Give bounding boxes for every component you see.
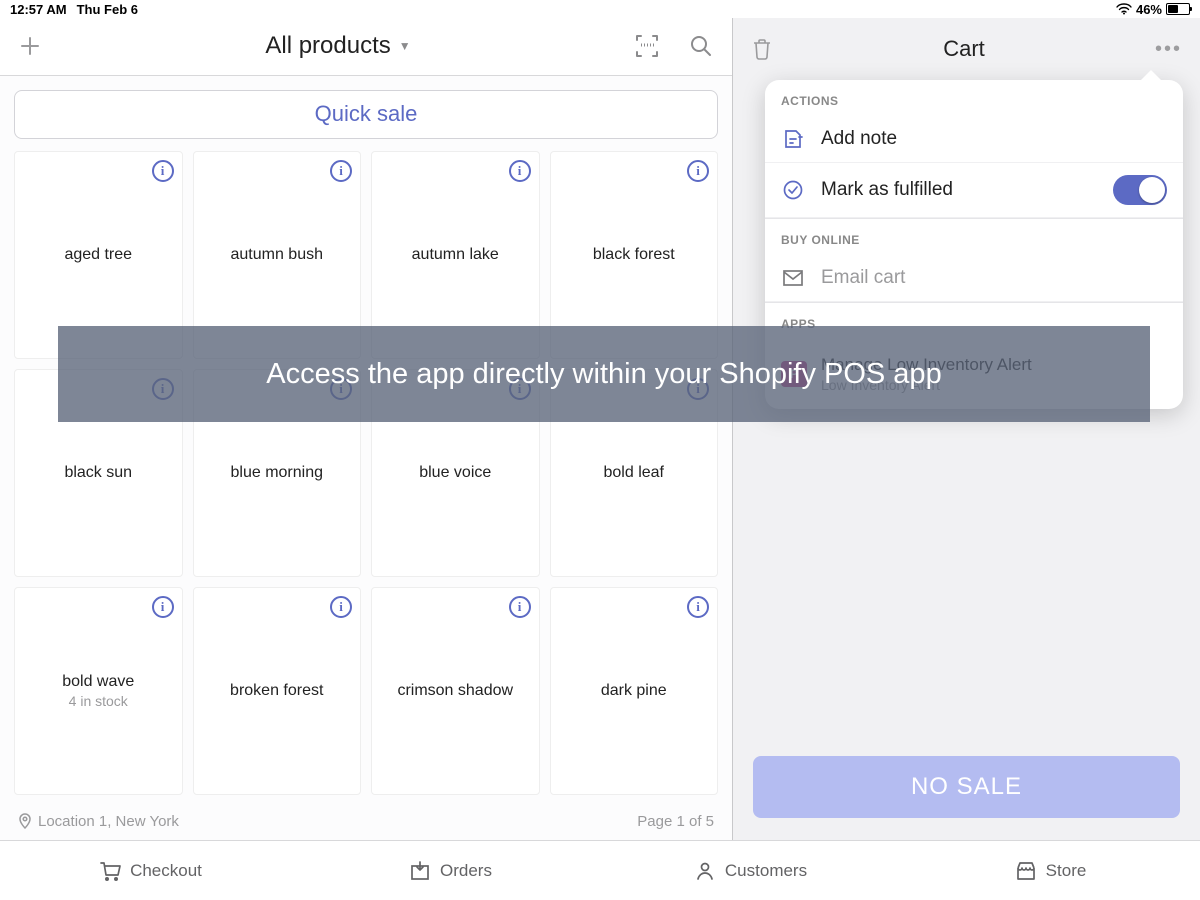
mail-icon bbox=[781, 269, 805, 287]
products-dropdown[interactable]: All products ▼ bbox=[42, 32, 634, 60]
info-icon[interactable]: i bbox=[687, 160, 709, 182]
note-icon bbox=[781, 128, 805, 150]
actions-section-label: ACTIONS bbox=[765, 80, 1183, 116]
products-pane: All products ▼ Quick sale i aged tree i aut… bbox=[0, 18, 733, 840]
page-indicator: Page 1 of 5 bbox=[637, 813, 714, 830]
product-grid: i aged tree i autumn bush i autumn lake i black… bbox=[0, 143, 732, 803]
mark-fulfilled-row[interactable]: Mark as fulfilled bbox=[765, 163, 1183, 218]
cart-title: Cart bbox=[773, 36, 1155, 62]
product-name: autumn lake bbox=[412, 246, 499, 264]
no-sale-button[interactable]: NO SALE bbox=[753, 756, 1180, 818]
product-name: aged tree bbox=[64, 246, 132, 264]
products-footer: Location 1, New York Page 1 of 5 bbox=[0, 803, 732, 840]
tab-bar: Checkout Orders Customers Store bbox=[0, 840, 1200, 900]
status-bar: 12:57 AM Thu Feb 6 46% bbox=[0, 0, 1200, 18]
overlay-banner: Access the app directly within your Shop… bbox=[58, 326, 1150, 422]
tab-checkout[interactable]: Checkout bbox=[0, 841, 300, 900]
info-icon[interactable]: i bbox=[330, 596, 352, 618]
location-pin-icon bbox=[18, 813, 32, 829]
trash-icon[interactable] bbox=[751, 37, 773, 61]
info-icon[interactable]: i bbox=[687, 596, 709, 618]
product-name: broken forest bbox=[230, 682, 323, 700]
product-tile[interactable]: i dark pine bbox=[550, 587, 719, 795]
product-name: blue morning bbox=[231, 464, 324, 482]
info-icon[interactable]: i bbox=[152, 160, 174, 182]
info-icon[interactable]: i bbox=[509, 596, 531, 618]
product-name: black forest bbox=[593, 246, 675, 264]
product-name: bold leaf bbox=[604, 464, 665, 482]
check-circle-icon bbox=[781, 179, 805, 201]
email-cart-row[interactable]: Email cart bbox=[765, 255, 1183, 302]
tab-store[interactable]: Store bbox=[900, 841, 1200, 900]
battery-icon bbox=[1166, 3, 1190, 15]
status-date: Thu Feb 6 bbox=[77, 2, 138, 17]
product-name: dark pine bbox=[601, 682, 667, 700]
product-stock: 4 in stock bbox=[69, 693, 128, 709]
product-tile[interactable]: i bold wave 4 in stock bbox=[14, 587, 183, 795]
products-title: All products bbox=[265, 32, 390, 60]
wifi-icon bbox=[1116, 3, 1132, 15]
info-icon[interactable]: i bbox=[330, 160, 352, 182]
location-label[interactable]: Location 1, New York bbox=[18, 813, 179, 830]
tab-orders[interactable]: Orders bbox=[300, 841, 600, 900]
barcode-icon[interactable] bbox=[634, 33, 660, 59]
info-icon[interactable]: i bbox=[152, 596, 174, 618]
product-name: blue voice bbox=[419, 464, 491, 482]
battery-percent: 46% bbox=[1136, 2, 1162, 17]
buy-online-section-label: BUY ONLINE bbox=[765, 219, 1183, 255]
search-icon[interactable] bbox=[688, 33, 714, 59]
product-name: autumn bush bbox=[230, 246, 323, 264]
chevron-down-icon: ▼ bbox=[399, 39, 411, 53]
product-name: crimson shadow bbox=[397, 682, 513, 700]
product-name: black sun bbox=[64, 464, 132, 482]
add-note-row[interactable]: Add note bbox=[765, 116, 1183, 163]
more-icon[interactable]: ••• bbox=[1155, 38, 1182, 61]
fulfilled-toggle[interactable] bbox=[1113, 175, 1167, 205]
product-tile[interactable]: i crimson shadow bbox=[371, 587, 540, 795]
tab-customers[interactable]: Customers bbox=[600, 841, 900, 900]
quick-sale-button[interactable]: Quick sale bbox=[14, 90, 718, 139]
status-time: 12:57 AM bbox=[10, 2, 67, 17]
cart-header: Cart ••• bbox=[733, 18, 1200, 80]
info-icon[interactable]: i bbox=[509, 160, 531, 182]
products-header: All products ▼ bbox=[0, 18, 732, 76]
add-button[interactable] bbox=[18, 34, 42, 58]
product-name: bold wave bbox=[62, 673, 134, 691]
product-tile[interactable]: i broken forest bbox=[193, 587, 362, 795]
